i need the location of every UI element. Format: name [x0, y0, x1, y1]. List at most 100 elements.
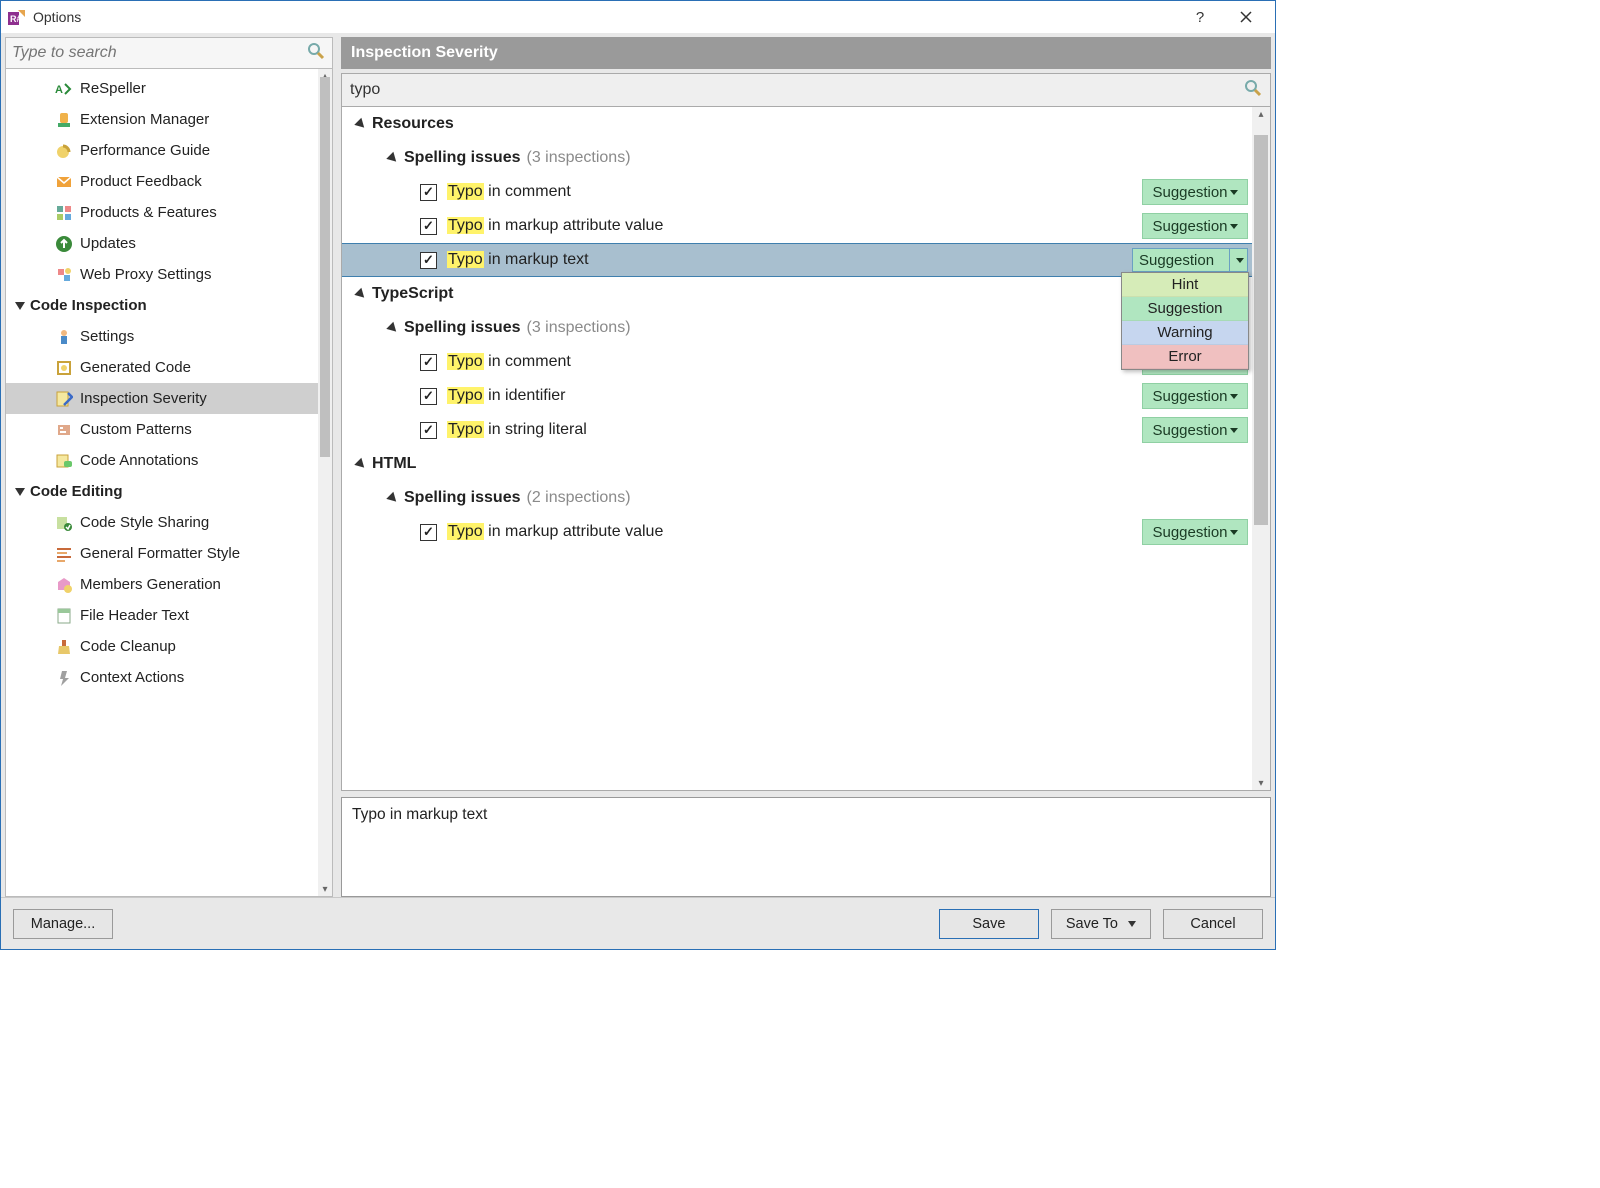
filter-input[interactable] — [350, 81, 1244, 99]
scroll-down-icon[interactable]: ▾ — [1252, 776, 1270, 790]
chevron-down-icon — [1230, 428, 1238, 433]
sidebar-section-code-editing[interactable]: Code Editing — [6, 476, 318, 507]
sidebar-item-generated-code[interactable]: Generated Code — [6, 352, 318, 383]
chevron-down-icon — [1128, 921, 1136, 927]
expand-icon — [386, 491, 399, 504]
inspection-row[interactable]: ✓Typo in commentSuggestion — [342, 345, 1252, 379]
inspection-checkbox[interactable]: ✓ — [420, 388, 437, 405]
sidebar-section-code-inspection[interactable]: Code Inspection — [6, 290, 318, 321]
sidebar-search[interactable] — [5, 37, 333, 69]
inspection-label: Typo in comment — [447, 183, 571, 201]
inspection-scroll-thumb[interactable] — [1254, 135, 1268, 525]
custom-patterns-icon — [54, 420, 74, 440]
inspection-row[interactable]: ✓ Typo in identifier Suggestion — [342, 379, 1252, 413]
inspection-scrollbar[interactable]: ▴ ▾ — [1252, 107, 1270, 790]
cancel-button[interactable]: Cancel — [1163, 909, 1263, 939]
context-actions-icon — [54, 668, 74, 688]
sidebar-item-general-formatter-style[interactable]: General Formatter Style — [6, 538, 318, 569]
category-label: HTML — [372, 455, 416, 473]
sidebar-item-settings[interactable]: Settings — [6, 321, 318, 352]
expand-icon — [354, 457, 367, 470]
severity-option-error[interactable]: Error — [1122, 345, 1248, 369]
severity-label: Suggestion — [1152, 184, 1227, 201]
sidebar-item-respeller[interactable]: A ReSpeller — [6, 73, 318, 104]
expand-icon — [386, 151, 399, 164]
severity-dropdown[interactable]: Suggestion — [1142, 179, 1248, 205]
generated-code-icon — [54, 358, 74, 378]
sidebar-item-products-features[interactable]: Products & Features — [6, 197, 318, 228]
severity-option-hint[interactable]: Hint — [1122, 273, 1248, 297]
save-to-button[interactable]: Save To — [1051, 909, 1151, 939]
subcategory-row[interactable]: Spelling issues(2 inspections) — [342, 481, 1252, 515]
severity-option-warning[interactable]: Warning — [1122, 321, 1248, 345]
scroll-up-icon[interactable]: ▴ — [1252, 107, 1270, 121]
members-generation-icon — [54, 575, 74, 595]
inspection-checkbox[interactable]: ✓ — [420, 422, 437, 439]
inspection-checkbox[interactable]: ✓ — [420, 252, 437, 269]
sidebar-item-product-feedback[interactable]: Product Feedback — [6, 166, 318, 197]
sidebar-item-label: Context Actions — [80, 669, 184, 686]
severity-dropdown-popup[interactable]: Hint Suggestion Warning Error — [1121, 272, 1249, 370]
sidebar-item-code-cleanup[interactable]: Code Cleanup — [6, 631, 318, 662]
inspection-checkbox[interactable]: ✓ — [420, 184, 437, 201]
sidebar-item-inspection-severity[interactable]: Inspection Severity — [6, 383, 318, 414]
subcategory-row[interactable]: Spelling issues (3 inspections) — [342, 141, 1252, 175]
expand-icon — [386, 321, 399, 334]
sidebar-scrollbar[interactable]: ▴ ▾ — [318, 69, 332, 896]
inspection-description-text: Typo in markup text — [352, 806, 487, 823]
inspection-row[interactable]: ✓Typo in string literalSuggestion — [342, 413, 1252, 447]
chevron-down-icon — [1236, 258, 1244, 263]
severity-dropdown[interactable]: Suggestion — [1132, 248, 1248, 272]
sidebar-item-label: Updates — [80, 235, 136, 252]
category-row[interactable]: TypeScript — [342, 277, 1252, 311]
save-button[interactable]: Save — [939, 909, 1039, 939]
severity-label: Suggestion — [1152, 524, 1227, 541]
inspection-row[interactable]: ✓Typo in markup attribute valueSuggestio… — [342, 515, 1252, 549]
subcategory-row[interactable]: Spelling issues(3 inspections) — [342, 311, 1252, 345]
inspection-row[interactable]: ✓Typo in markup attribute valueSuggestio… — [342, 209, 1252, 243]
sidebar-item-members-generation[interactable]: Members Generation — [6, 569, 318, 600]
severity-dropdown[interactable]: Suggestion — [1142, 519, 1248, 545]
sidebar-item-updates[interactable]: Updates — [6, 228, 318, 259]
sidebar-item-code-annotations[interactable]: Code Annotations — [6, 445, 318, 476]
filter-row[interactable] — [341, 73, 1271, 107]
inspection-label: Typo in identifier — [447, 387, 566, 405]
severity-dropdown[interactable]: Suggestion — [1142, 383, 1248, 409]
sidebar-item-label: File Header Text — [80, 607, 189, 624]
close-button[interactable] — [1223, 1, 1269, 33]
subcategory-label: Spelling issues — [404, 149, 520, 167]
severity-option-suggestion[interactable]: Suggestion — [1122, 297, 1248, 321]
sidebar-item-context-actions[interactable]: Context Actions — [6, 662, 318, 693]
sidebar-scroll-thumb[interactable] — [320, 77, 330, 457]
inspection-checkbox[interactable]: ✓ — [420, 218, 437, 235]
inspection-checkbox[interactable]: ✓ — [420, 354, 437, 371]
inspection-row[interactable]: ✓Typo in markup textSuggestion — [342, 243, 1252, 277]
category-row[interactable]: HTML — [342, 447, 1252, 481]
sidebar-search-input[interactable] — [12, 44, 306, 62]
expand-icon — [15, 302, 25, 310]
category-row[interactable]: Resources — [342, 107, 1252, 141]
help-button[interactable]: ? — [1177, 1, 1223, 33]
severity-dropdown[interactable]: Suggestion — [1142, 417, 1248, 443]
sidebar-item-label: ReSpeller — [80, 80, 146, 97]
save-button-label: Save — [972, 916, 1005, 932]
sidebar-item-performance-guide[interactable]: Performance Guide — [6, 135, 318, 166]
sidebar-item-code-style-sharing[interactable]: Code Style Sharing — [6, 507, 318, 538]
sidebar-item-extension-manager[interactable]: Extension Manager — [6, 104, 318, 135]
inspection-checkbox[interactable]: ✓ — [420, 524, 437, 541]
sidebar-item-label: Products & Features — [80, 204, 217, 221]
severity-dropdown[interactable]: Suggestion — [1142, 213, 1248, 239]
sidebar-item-label: Generated Code — [80, 359, 191, 376]
code-cleanup-icon — [54, 637, 74, 657]
sidebar-item-custom-patterns[interactable]: Custom Patterns — [6, 414, 318, 445]
inspection-count: (3 inspections) — [526, 149, 630, 167]
scroll-down-icon[interactable]: ▾ — [318, 882, 332, 896]
sidebar-item-web-proxy-settings[interactable]: Web Proxy Settings — [6, 259, 318, 290]
chevron-down-icon — [1230, 530, 1238, 535]
sidebar-item-label: Inspection Severity — [80, 390, 207, 407]
manage-button[interactable]: Manage... — [13, 909, 113, 939]
respeller-icon: A — [54, 79, 74, 99]
inspection-count: (2 inspections) — [526, 489, 630, 507]
sidebar-item-file-header-text[interactable]: File Header Text — [6, 600, 318, 631]
inspection-row[interactable]: ✓ Typo in comment Suggestion — [342, 175, 1252, 209]
